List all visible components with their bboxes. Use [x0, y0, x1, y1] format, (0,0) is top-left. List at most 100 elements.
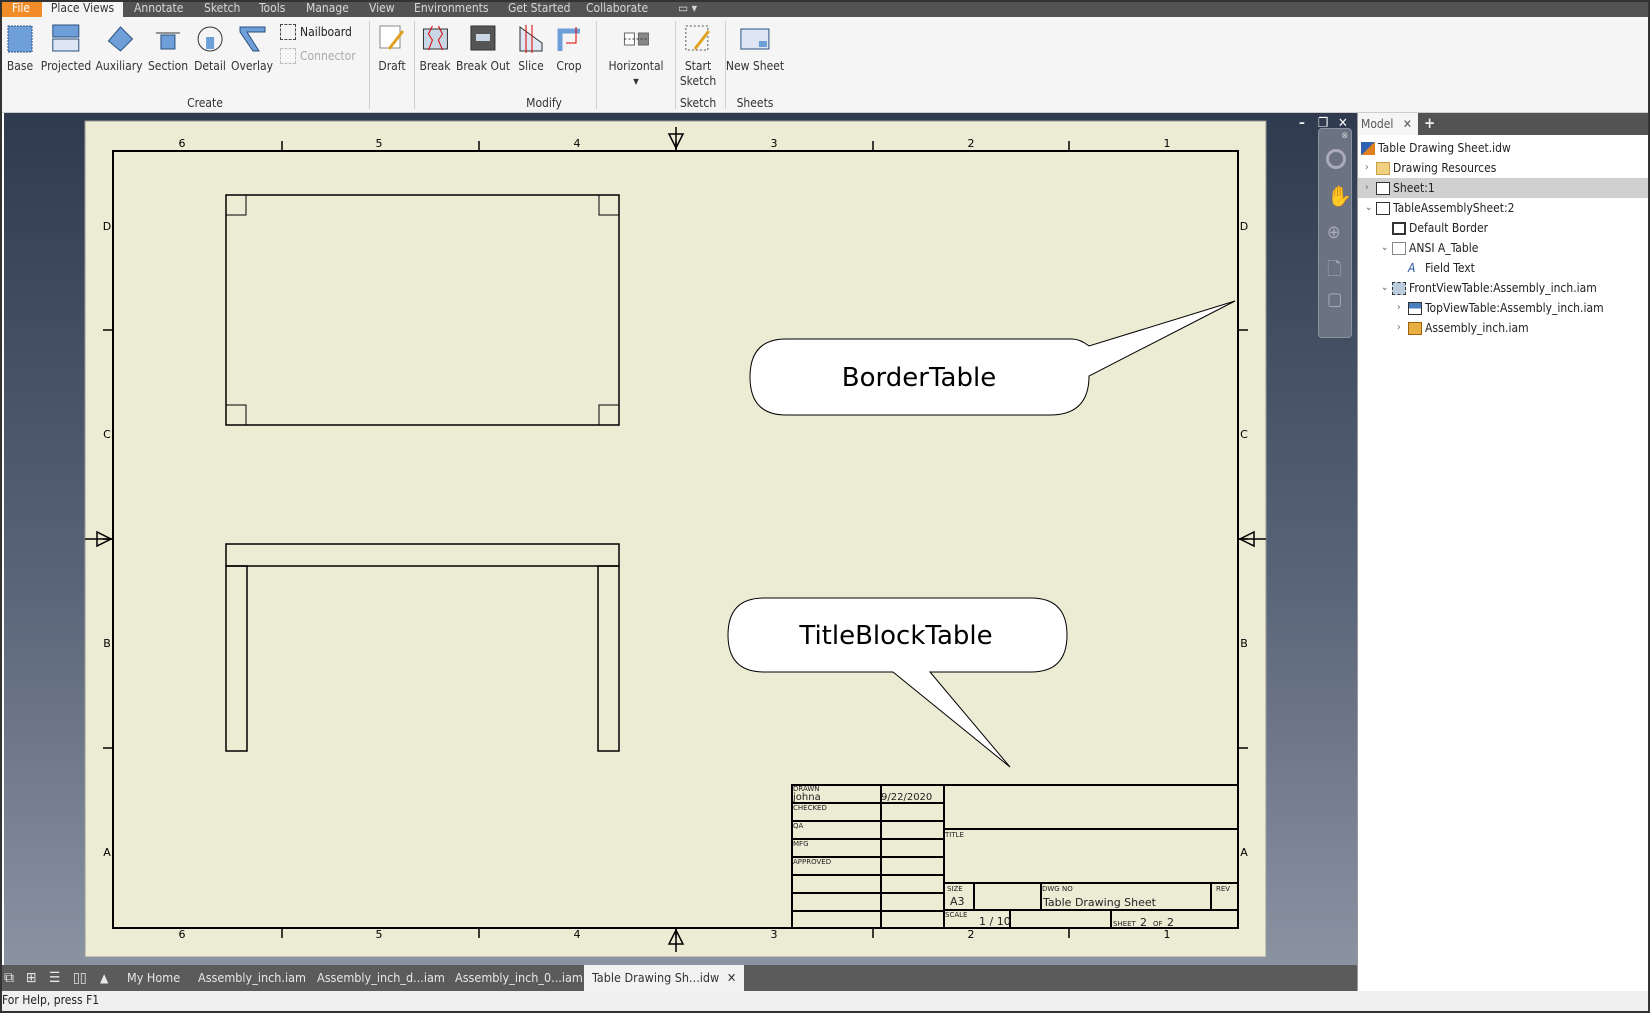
zoom-icon[interactable]: ⊕ [1327, 222, 1341, 243]
tree-item-label: ANSI A_Table [1409, 241, 1479, 255]
zone-label: 5 [376, 928, 383, 941]
zone-label: B [1240, 637, 1248, 650]
zone-label: D [103, 220, 111, 233]
zone-label: 2 [968, 928, 975, 941]
of-label: OF [1153, 920, 1163, 928]
browser-tab-bar: Model ✕ + [1358, 113, 1648, 135]
doc-tab-assembly-inch-d[interactable]: Assembly_inch_d...iam [317, 965, 445, 991]
document-list-icon[interactable]: ▲ [100, 965, 108, 991]
zone-label: 4 [574, 137, 581, 150]
tree-item-label: Assembly_inch.iam [1425, 321, 1529, 335]
dwg-no-label: DWG NO [1042, 885, 1073, 893]
zone-label: A [103, 846, 111, 859]
collapse-icon[interactable]: ⌄ [1381, 278, 1392, 298]
steering-wheel-icon[interactable] [1326, 149, 1346, 169]
tree-item-label: FrontViewTable:Assembly_inch.iam [1409, 281, 1597, 295]
arrange-vertical-icon[interactable]: ▯▯ [73, 965, 87, 991]
minimize-icon[interactable]: – [1299, 116, 1305, 131]
tab-model-label: Model [1361, 117, 1394, 131]
doc-tab-assembly-inch-0[interactable]: Assembly_inch_0...iam [455, 965, 583, 991]
callout-text: TitleBlockTable [798, 621, 992, 651]
navigation-bar: ⊗ ✋ ⊕ 🗋 ▢ [1318, 128, 1352, 338]
doc-tab-my-home[interactable]: My Home [127, 965, 180, 991]
size-label: SIZE [947, 885, 963, 893]
tile-windows-icon[interactable]: ⊞ [26, 965, 37, 991]
zone-label: 1 [1164, 928, 1171, 941]
drawing-file-icon [1361, 141, 1375, 155]
zoom-window-icon[interactable]: ▢ [1327, 289, 1342, 310]
approved-label: APPROVED [793, 858, 831, 866]
zone-label: 4 [574, 928, 581, 941]
projected-view-icon [1408, 301, 1422, 315]
close-navbar-icon[interactable]: ⊗ [1341, 131, 1348, 141]
scale-label: SCALE [945, 911, 967, 919]
title-block-icon [1392, 241, 1406, 255]
tree-item-label: TopViewTable:Assembly_inch.iam [1425, 301, 1604, 315]
zone-label: 6 [179, 928, 186, 941]
assembly-icon [1408, 321, 1422, 335]
dwg-no-value: Table Drawing Sheet [1042, 896, 1157, 909]
tree-item-label: Table Drawing Sheet.idw [1378, 141, 1511, 155]
tree-item-front-view[interactable]: ⌄ FrontViewTable:Assembly_inch.iam [1358, 278, 1649, 298]
tree-item-default-border[interactable]: Default Border [1358, 218, 1649, 238]
callout-text: BorderTable [842, 363, 996, 393]
field-text-icon: A [1408, 260, 1416, 275]
tab-model[interactable]: Model ✕ [1358, 113, 1418, 135]
sheet-paper[interactable] [84, 120, 1267, 958]
tree-item-top-view[interactable]: › TopViewTable:Assembly_inch.iam [1358, 298, 1649, 318]
zone-label: B [103, 637, 111, 650]
expand-icon[interactable]: › [1365, 178, 1376, 198]
cascade-windows-icon[interactable]: ⧉ [4, 965, 14, 991]
doc-tab-table-drawing-sheet[interactable]: Table Drawing Sh...idw ✕ [584, 965, 745, 991]
sheet-icon [1376, 181, 1390, 195]
checked-label: CHECKED [793, 804, 827, 812]
doc-tab-assembly-inch[interactable]: Assembly_inch.iam [198, 965, 306, 991]
zone-label: 2 [968, 137, 975, 150]
zone-label: C [103, 428, 111, 441]
border-icon [1392, 221, 1406, 235]
expand-icon[interactable]: › [1365, 158, 1376, 178]
sheet-icon [1376, 201, 1390, 215]
size-value: A3 [950, 895, 965, 908]
arrange-horizontal-icon[interactable]: ☰ [49, 965, 60, 991]
tree-item-table-assembly-sheet-2[interactable]: ⌄ TableAssemblySheet:2 [1358, 198, 1649, 218]
tree-item-label: Sheet:1 [1393, 181, 1435, 195]
tree-item-ansi-a-table[interactable]: ⌄ ANSI A_Table [1358, 238, 1649, 258]
status-text: For Help, press F1 [2, 993, 100, 1007]
zone-label: A [1240, 846, 1248, 859]
scale-value: 1 / 10 [979, 915, 1011, 928]
zone-label: 3 [771, 137, 778, 150]
collapse-icon[interactable]: ⌄ [1381, 238, 1392, 258]
rev-label: REV [1216, 885, 1230, 893]
zoom-all-icon[interactable]: 🗋 [1327, 257, 1341, 287]
close-doc-icon[interactable]: ✕ [727, 970, 736, 985]
model-browser: Model ✕ + Table Drawing Sheet.idw › Drawi… [1357, 113, 1649, 991]
expand-icon[interactable]: › [1397, 318, 1408, 338]
tree-item-label: Drawing Resources [1393, 161, 1497, 175]
tree-item-label: Field Text [1425, 261, 1475, 275]
add-tab-button[interactable]: + [1424, 114, 1435, 132]
folder-icon [1376, 161, 1390, 175]
zone-label: 6 [179, 137, 186, 150]
tree-item-label: Default Border [1409, 221, 1489, 235]
tree-item-drawing-resources[interactable]: › Drawing Resources [1358, 158, 1649, 178]
zone-label: C [1240, 428, 1248, 441]
sheet-total: 2 [1167, 916, 1174, 929]
doc-tab-label: Table Drawing Sh...idw [592, 970, 720, 985]
sheet-number: 2 [1140, 916, 1147, 929]
tree-item-label: TableAssemblySheet:2 [1393, 201, 1515, 215]
zone-label: 1 [1164, 137, 1171, 150]
close-tab-icon[interactable]: ✕ [1403, 117, 1412, 131]
sheet-label: SHEET [1113, 920, 1137, 928]
zone-label: 3 [771, 928, 778, 941]
tree-item-root[interactable]: Table Drawing Sheet.idw [1358, 138, 1649, 158]
collapse-icon[interactable]: ⌄ [1365, 198, 1376, 218]
zone-label: D [1240, 220, 1248, 233]
tree-item-sheet-1[interactable]: › Sheet:1 [1358, 178, 1649, 198]
tree-item-assembly[interactable]: › Assembly_inch.iam [1358, 318, 1649, 338]
base-view-icon [1392, 281, 1406, 295]
tree-item-field-text[interactable]: A Field Text [1358, 258, 1649, 278]
pan-hand-icon[interactable]: ✋ [1327, 184, 1352, 208]
expand-icon[interactable]: › [1397, 298, 1408, 318]
mfg-label: MFG [793, 840, 809, 848]
